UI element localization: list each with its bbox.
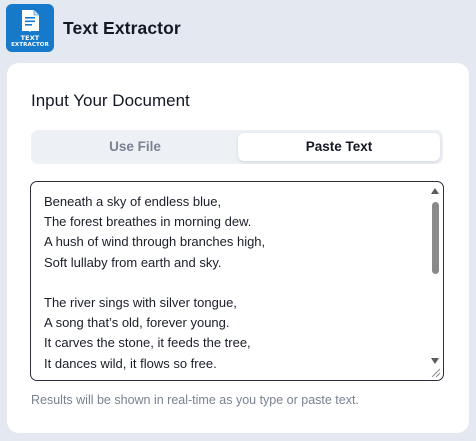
scroll-up-arrow-icon[interactable] xyxy=(429,186,441,196)
realtime-hint: Results will be shown in real-time as yo… xyxy=(31,393,359,407)
input-card: Input Your Document Use File Paste Text … xyxy=(7,63,469,433)
text-line: A song that’s old, forever young. xyxy=(44,315,230,331)
logo-text-line1: TEXT xyxy=(20,34,40,42)
app-title: Text Extractor xyxy=(63,17,181,38)
tab-use-file[interactable]: Use File xyxy=(34,133,236,161)
scroll-down-arrow-icon[interactable] xyxy=(429,356,441,366)
text-line: Beneath a sky of endless blue, xyxy=(44,194,222,209)
tab-paste-text[interactable]: Paste Text xyxy=(238,133,440,161)
section-title: Input Your Document xyxy=(31,91,190,110)
text-line: The forest breathes in morning dew. xyxy=(44,214,252,230)
text-area-scrollbar[interactable] xyxy=(429,184,441,366)
app-header: TEXT EXTRACTOR Text Extractor xyxy=(6,4,181,52)
text-area-content[interactable]: Beneath a sky of endless blue, The forest… xyxy=(44,192,425,374)
text-line: It carves the stone, it feeds the tree, xyxy=(44,335,251,351)
text-line xyxy=(44,273,425,293)
logo-text-line2: EXTRACTOR xyxy=(11,42,49,48)
text-line: The river sings with silver tongue, xyxy=(44,294,237,310)
app-logo: TEXT EXTRACTOR xyxy=(6,4,54,52)
paste-text-area[interactable]: Beneath a sky of endless blue, The forest… xyxy=(30,181,444,381)
text-line: Soft lullaby from earth and sky. xyxy=(44,254,222,270)
text-line: It dances wild, it flows so free. xyxy=(44,355,217,371)
scroll-thumb[interactable] xyxy=(432,202,439,274)
text-line: A hush of wind through branches high, xyxy=(44,234,266,250)
input-mode-tabs: Use File Paste Text xyxy=(31,130,443,164)
resize-handle-icon[interactable] xyxy=(430,367,441,378)
